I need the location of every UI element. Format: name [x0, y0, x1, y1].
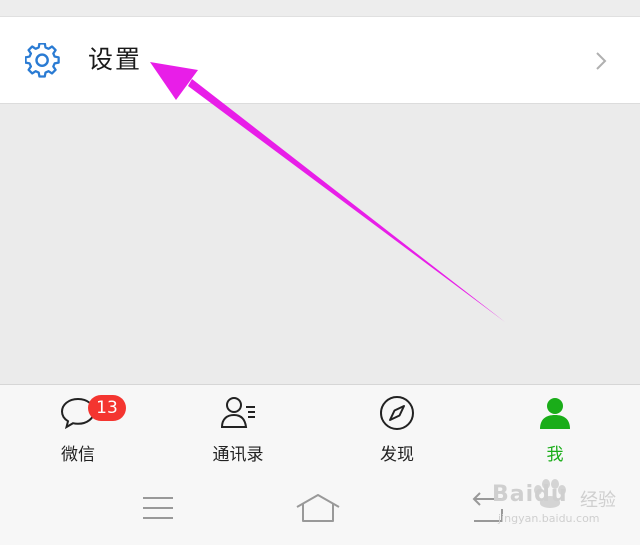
compass-icon: [380, 396, 414, 430]
bottom-tab-bar: 13 微信 通讯录 发现 我: [0, 384, 640, 475]
top-divider-strip: [0, 0, 640, 17]
content-empty-area: [0, 104, 640, 384]
settings-label: 设置: [88, 45, 143, 74]
person-icon: [540, 398, 570, 429]
tab-label-discover: 发现: [380, 445, 414, 465]
menu-icon[interactable]: [140, 493, 176, 523]
home-icon[interactable]: [293, 491, 343, 525]
tab-wechat[interactable]: 13 微信: [18, 385, 138, 475]
watermark-url: jingyan.baidu.com: [498, 512, 600, 525]
unread-badge: 13: [88, 395, 126, 421]
watermark-brand: Baidu: [492, 482, 568, 507]
chevron-right-icon: [596, 52, 607, 70]
tab-label-me: 我: [546, 445, 564, 465]
tab-contacts[interactable]: 通讯录: [178, 385, 298, 475]
tab-label-wechat: 微信: [61, 445, 95, 465]
tab-discover[interactable]: 发现: [337, 385, 457, 475]
gear-icon: [25, 43, 60, 78]
watermark-suffix: 经验: [580, 490, 616, 511]
settings-row[interactable]: 设置: [0, 17, 640, 104]
contacts-icon: [220, 397, 255, 428]
tab-label-contacts: 通讯录: [212, 445, 264, 465]
tab-me[interactable]: 我: [495, 385, 615, 475]
